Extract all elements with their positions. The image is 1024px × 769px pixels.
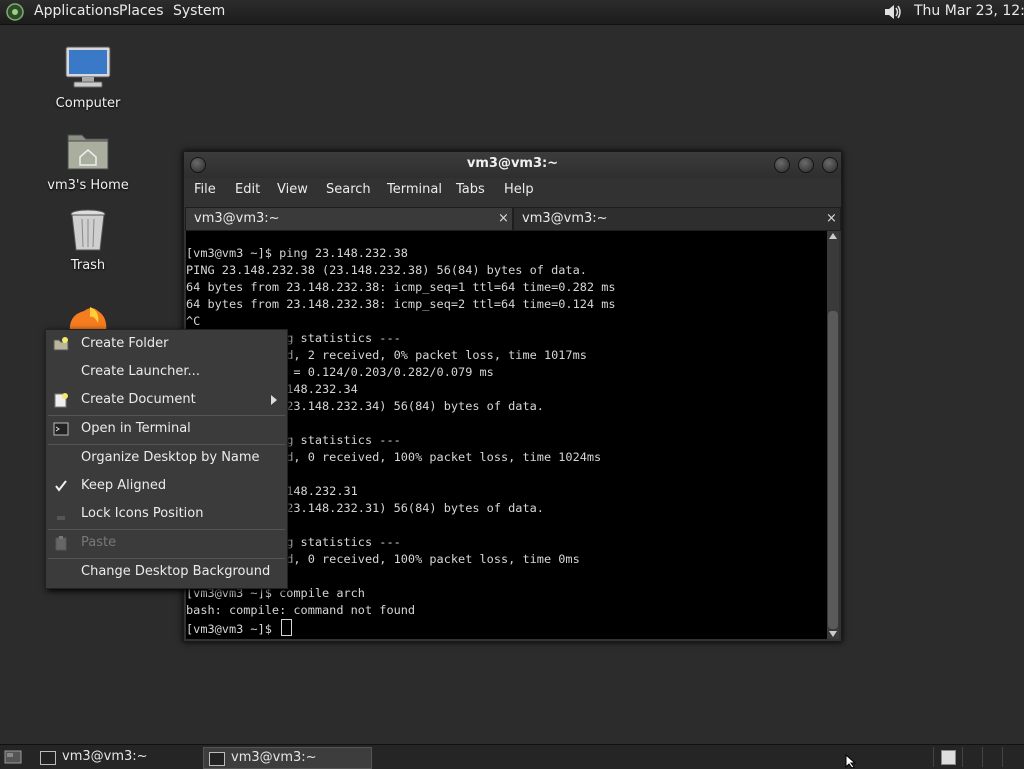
menu-item-label: Paste <box>81 535 117 550</box>
tab-label: vm3@vm3:~ <box>194 211 280 226</box>
lock-checkbox-icon <box>57 516 65 520</box>
terminal-line: PING 23.148.232.38 (23.148.232.38) 56(84… <box>186 263 587 277</box>
show-desktop-icon[interactable] <box>4 749 22 765</box>
clock[interactable]: Thu Mar 23, 12:51 <box>914 3 1024 19</box>
menu-item-label: Open in Terminal <box>81 421 191 436</box>
menubar: File Edit View Search Terminal Tabs Help <box>184 178 841 204</box>
computer-icon <box>65 46 111 88</box>
menu-help[interactable]: Help <box>504 182 534 197</box>
menu-item-open-in-terminal[interactable]: Open in Terminal <box>46 416 287 442</box>
menu-item-label: Create Launcher... <box>81 364 200 379</box>
menu-view[interactable]: View <box>277 182 308 197</box>
tab-bar: vm3@vm3:~ × vm3@vm3:~ × <box>184 205 841 231</box>
menu-edit[interactable]: Edit <box>235 182 260 197</box>
taskbar-label: vm3@vm3:~ <box>231 750 317 765</box>
volume-icon[interactable] <box>882 2 904 22</box>
menu-item-change-background[interactable]: Change Desktop Background <box>46 559 287 585</box>
system-menu[interactable]: System <box>173 3 225 19</box>
trash-icon <box>70 209 106 251</box>
panel-separator <box>1002 747 1003 767</box>
terminal-scrollbar[interactable] <box>827 231 839 639</box>
taskbar-button-terminal-2[interactable]: vm3@vm3:~ <box>203 747 372 769</box>
menu-item-label: Lock Icons Position <box>81 506 204 521</box>
desktop-context-menu: Create Folder Create Launcher... Create … <box>45 329 288 589</box>
desktop-icon-trash[interactable]: Trash <box>38 207 138 273</box>
applications-menu[interactable]: Applications <box>34 3 120 19</box>
menu-item-label: Keep Aligned <box>81 478 167 493</box>
menu-item-label: Create Document <box>81 392 196 407</box>
menu-item-lock-icons[interactable]: Lock Icons Position <box>46 501 287 527</box>
terminal-line: ^C <box>186 314 201 328</box>
terminal-icon <box>40 751 56 765</box>
workspace-switcher[interactable] <box>941 750 956 765</box>
scroll-up-arrow-icon[interactable] <box>829 233 837 239</box>
scroll-down-arrow-icon[interactable] <box>829 631 837 637</box>
terminal-prompt-line: [vm3@vm3 ~]$ <box>186 619 293 638</box>
menu-item-keep-aligned[interactable]: Keep Aligned <box>46 473 287 499</box>
bottom-panel: vm3@vm3:~ vm3@vm3:~ <box>0 744 1024 769</box>
menu-item-label: Create Folder <box>81 336 169 351</box>
menu-item-paste: Paste <box>46 530 287 556</box>
terminal-line: [vm3@vm3 ~]$ ping 23.148.232.38 <box>186 246 408 260</box>
terminal-icon <box>209 752 225 766</box>
tab-2[interactable]: vm3@vm3:~ × <box>513 207 841 231</box>
terminal-line: 64 bytes from 23.148.232.38: icmp_seq=1 … <box>186 280 616 294</box>
text-cursor <box>281 619 293 636</box>
paste-icon <box>55 536 67 551</box>
mouse-pointer-icon <box>845 754 857 768</box>
menu-file[interactable]: File <box>194 182 216 197</box>
top-panel: Applications Places System Thu Mar 23, 1… <box>0 0 1024 25</box>
menu-search[interactable]: Search <box>326 182 371 197</box>
new-document-icon <box>54 393 68 408</box>
menu-item-create-folder[interactable]: Create Folder <box>46 331 287 357</box>
menu-tabs[interactable]: Tabs <box>456 182 485 197</box>
menu-item-organize-desktop[interactable]: Organize Desktop by Name <box>46 445 287 471</box>
close-button[interactable] <box>822 157 838 173</box>
terminal-line: bash: compile: command not found <box>186 603 416 617</box>
home-folder-icon <box>67 134 109 170</box>
distro-logo-icon[interactable] <box>6 3 24 21</box>
places-menu[interactable]: Places <box>119 3 164 19</box>
scrollbar-thumb[interactable] <box>828 311 838 629</box>
terminal-line: 64 bytes from 23.148.232.38: icmp_seq=2 … <box>186 297 616 311</box>
panel-separator <box>933 747 934 767</box>
desktop-icon-label: Trash <box>70 258 106 273</box>
new-folder-icon <box>53 337 69 351</box>
menu-terminal[interactable]: Terminal <box>387 182 442 197</box>
taskbar-button-terminal-1[interactable]: vm3@vm3:~ <box>35 747 195 767</box>
desktop-icon-computer[interactable]: Computer <box>38 45 138 111</box>
desktop-icon-label: vm3's Home <box>47 178 129 193</box>
taskbar-label: vm3@vm3:~ <box>62 749 148 764</box>
window-titlebar[interactable]: vm3@vm3:~ <box>184 152 841 178</box>
tab-1[interactable]: vm3@vm3:~ × <box>185 207 513 231</box>
window-title: vm3@vm3:~ <box>466 156 559 171</box>
submenu-arrow-icon <box>271 395 277 405</box>
tab-label: vm3@vm3:~ <box>522 211 608 226</box>
panel-separator <box>982 747 983 767</box>
menu-item-label: Organize Desktop by Name <box>81 450 260 465</box>
minimize-button[interactable] <box>774 157 790 173</box>
maximize-button[interactable] <box>798 157 814 173</box>
terminal-icon <box>53 422 69 436</box>
checkmark-icon <box>55 480 67 492</box>
panel-separator <box>962 747 963 767</box>
menu-item-create-document[interactable]: Create Document <box>46 387 287 413</box>
tab-close-icon[interactable]: × <box>826 211 837 226</box>
tab-close-icon[interactable]: × <box>498 211 509 226</box>
terminal-prompt: [vm3@vm3 ~]$ <box>186 622 280 636</box>
menu-item-create-launcher[interactable]: Create Launcher... <box>46 359 287 385</box>
menu-item-label: Change Desktop Background <box>81 564 271 579</box>
desktop-icon-label: Computer <box>55 96 121 111</box>
desktop-icon-home[interactable]: vm3's Home <box>38 127 138 193</box>
